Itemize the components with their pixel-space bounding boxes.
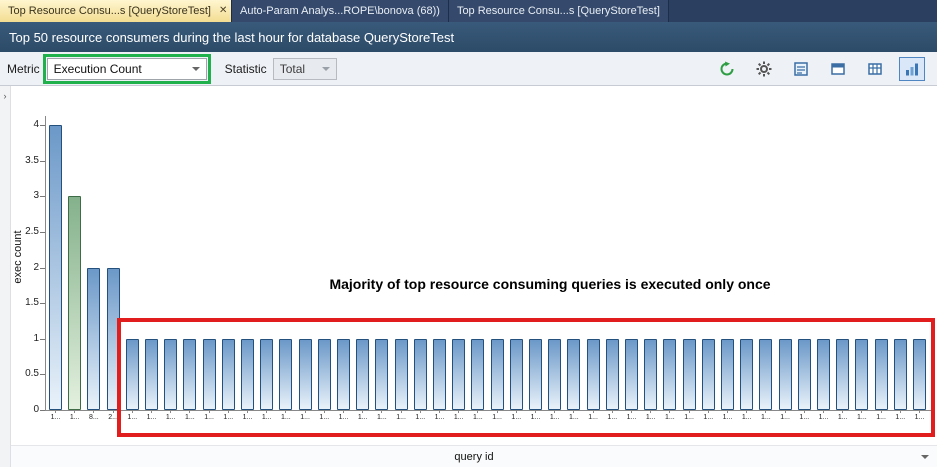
x-tick-label: 1... [46, 414, 65, 421]
window-icon [830, 61, 846, 77]
view-window-button[interactable] [825, 57, 851, 81]
y-tick-mark [40, 339, 45, 340]
side-panel-splitter[interactable]: › [0, 86, 11, 467]
view-report-button[interactable] [788, 57, 814, 81]
chart-bar[interactable] [49, 125, 62, 410]
x-tick-mark [113, 410, 114, 413]
chart-bar[interactable] [68, 196, 81, 410]
y-tick-label: 3 [11, 190, 39, 201]
chevron-down-icon [192, 67, 200, 71]
y-tick-mark [40, 232, 45, 233]
metric-annotation-box: Execution Count [43, 54, 211, 84]
metric-label: Metric [7, 62, 40, 76]
tab-label: Top Resource Consu...s [QueryStoreTest] [457, 5, 660, 17]
tab-label: Auto-Param Analys...ROPE\bonova (68)) [240, 5, 440, 17]
y-tick-label: 1 [11, 333, 39, 344]
y-tick-mark [40, 161, 45, 162]
report-icon [793, 61, 809, 77]
statistic-label: Statistic [225, 62, 267, 76]
x-axis-title-bar[interactable]: query id [11, 445, 937, 467]
expand-panel-icon: › [0, 91, 10, 101]
chart-bar[interactable] [87, 268, 100, 410]
y-tick-mark [40, 196, 45, 197]
page-title: Top 50 resource consumers during the las… [9, 30, 454, 45]
refresh-icon [719, 61, 735, 77]
x-tick-label: 8... [84, 414, 103, 421]
statistic-dropdown[interactable]: Total [273, 58, 337, 80]
y-tick-label: 4 [11, 119, 39, 130]
tab-top-resource-consumers-2[interactable]: Top Resource Consu...s [QueryStoreTest] [449, 0, 669, 22]
x-tick-mark [55, 410, 56, 413]
plot-area: exec count Majority of top resource cons… [11, 86, 937, 445]
settings-button[interactable] [751, 57, 777, 81]
statistic-dropdown-value: Total [280, 62, 314, 76]
y-tick-label: 2.5 [11, 226, 39, 237]
chevron-down-icon [921, 455, 929, 459]
y-tick-label: 2 [11, 262, 39, 273]
highlight-box [117, 318, 935, 437]
y-tick-label: 0 [11, 404, 39, 415]
x-tick-mark [93, 410, 94, 413]
y-axis-line [45, 116, 46, 410]
y-tick-mark [40, 303, 45, 304]
x-tick-label: 1... [65, 414, 84, 421]
close-icon[interactable]: ✕ [219, 6, 227, 16]
app-window: Top Resource Consu...s [QueryStoreTest] … [0, 0, 937, 467]
chart-region: › exec count Majority of top resource co… [0, 86, 937, 467]
annotation-text: Majority of top resource consuming queri… [150, 276, 937, 292]
grid-icon [867, 61, 883, 77]
document-tab-bar: Top Resource Consu...s [QueryStoreTest] … [0, 0, 937, 22]
y-tick-mark [40, 125, 45, 126]
view-chart-button[interactable] [899, 57, 925, 81]
gear-icon [756, 61, 772, 77]
x-axis-title: query id [454, 451, 493, 463]
tab-label: Top Resource Consu...s [QueryStoreTest] [8, 5, 211, 17]
tab-auto-param-analysis[interactable]: Auto-Param Analys...ROPE\bonova (68)) [232, 0, 449, 22]
y-tick-mark [40, 410, 45, 411]
view-grid-button[interactable] [862, 57, 888, 81]
y-tick-mark [40, 268, 45, 269]
metric-dropdown-value: Execution Count [54, 62, 184, 76]
x-tick-mark [74, 410, 75, 413]
y-tick-label: 1.5 [11, 297, 39, 308]
refresh-button[interactable] [714, 57, 740, 81]
view-toolbar [714, 57, 925, 81]
bar-chart-icon [904, 61, 920, 77]
metric-dropdown[interactable]: Execution Count [47, 58, 207, 80]
chevron-down-icon [322, 67, 330, 71]
y-tick-mark [40, 374, 45, 375]
y-tick-label: 3.5 [11, 155, 39, 166]
y-tick-label: 0.5 [11, 368, 39, 379]
toolbar: Metric Execution Count Statistic Total [0, 52, 937, 86]
report-title-bar: Top 50 resource consumers during the las… [0, 22, 937, 52]
tab-top-resource-consumers-1[interactable]: Top Resource Consu...s [QueryStoreTest] … [0, 0, 232, 22]
